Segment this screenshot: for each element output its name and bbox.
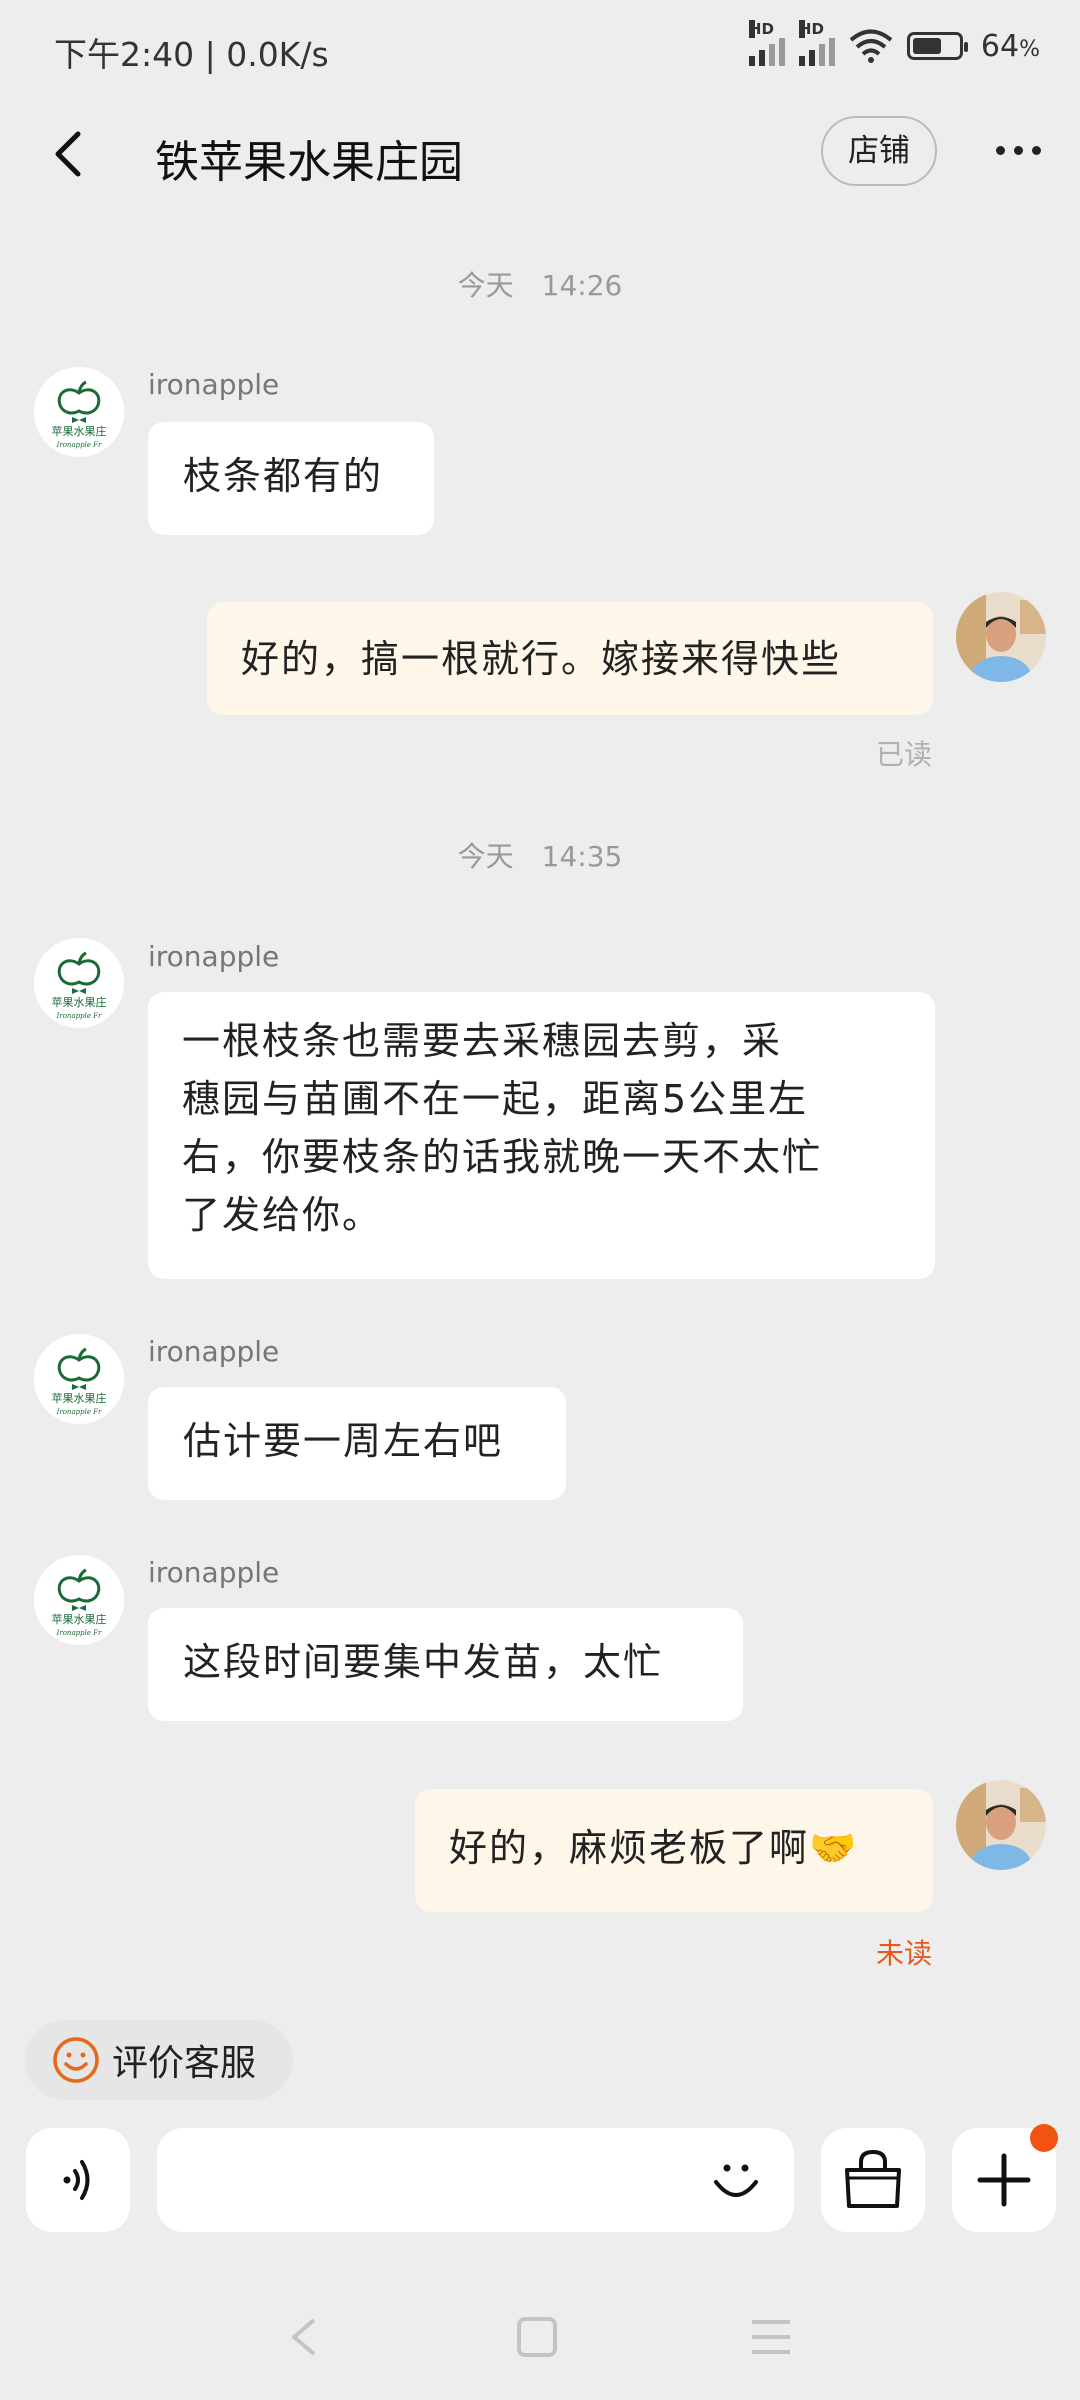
- apple-logo-icon: 苹果水果庄 Ironapple Fr: [34, 1555, 124, 1645]
- notification-dot: [1030, 2124, 1058, 2152]
- status-bar: 下午2:40 | 0.0K/s HD HD 64%: [0, 0, 1080, 100]
- user-photo-icon: [956, 592, 1046, 682]
- signal-icon: HD: [748, 20, 785, 66]
- back-triangle-icon[interactable]: [282, 2314, 328, 2360]
- shop-button[interactable]: 店铺: [821, 116, 937, 186]
- battery-icon: [906, 32, 968, 60]
- apple-logo-icon: 苹果水果庄 Ironapple Fr: [34, 1334, 124, 1424]
- shop-avatar[interactable]: 苹果水果庄 Ironapple Fr: [34, 938, 124, 1028]
- menu-lines-icon[interactable]: [748, 2314, 794, 2360]
- sender-name: ironapple: [148, 940, 280, 973]
- message-input[interactable]: [157, 2128, 794, 2232]
- handshake-emoji: 🤝: [809, 1826, 859, 1870]
- logo-text: 苹果水果庄: [52, 424, 107, 438]
- shopping-bag-button[interactable]: [821, 2128, 925, 2232]
- apple-logo-icon: 苹果水果庄 Ironapple Fr: [34, 938, 124, 1028]
- unread-status: 未读: [875, 1937, 932, 1970]
- message-line: 了发给你。: [182, 1193, 383, 1237]
- page-title: 铁苹果水果庄园: [155, 137, 463, 188]
- wifi-icon: [849, 29, 893, 63]
- message-line: 穗园与苗圃不在一起，距离5公里左: [182, 1077, 809, 1121]
- logo-script: Ironapple Fr: [56, 441, 102, 449]
- input-bar: [0, 2124, 1080, 2234]
- shop-avatar[interactable]: 苹果水果庄 Ironapple Fr: [34, 367, 124, 457]
- timestamp: 今天 14:35: [457, 840, 623, 873]
- signal-icon: HD: [798, 20, 835, 66]
- user-avatar[interactable]: [956, 592, 1046, 682]
- sender-name: ironapple: [148, 368, 280, 401]
- shop-avatar[interactable]: 苹果水果庄 Ironapple Fr: [34, 1334, 124, 1424]
- evaluate-service-button[interactable]: 评价客服: [25, 2020, 293, 2100]
- user-photo-icon: [956, 1780, 1046, 1870]
- voice-icon: [63, 2160, 90, 2200]
- shop-avatar[interactable]: 苹果水果庄 Ironapple Fr: [34, 1555, 124, 1645]
- status-icons: HD HD 64%: [748, 20, 1040, 66]
- evaluate-label: 评价客服: [112, 2043, 257, 2084]
- logo-script: Ironapple Fr: [56, 1408, 102, 1416]
- read-status: 已读: [875, 738, 932, 771]
- message-bubble[interactable]: 这段时间要集中发苗，太忙: [148, 1608, 743, 1721]
- chat-header: 铁苹果水果庄园 店铺: [0, 100, 1080, 210]
- chevron-left-icon: [55, 131, 81, 177]
- sender-name: ironapple: [148, 1556, 280, 1589]
- logo-script: Ironapple Fr: [56, 1629, 102, 1637]
- voice-button[interactable]: [26, 2128, 130, 2232]
- timestamp: 今天 14:26: [457, 269, 623, 302]
- smile-face-icon: [53, 2037, 99, 2083]
- message-bubble-outgoing[interactable]: 好的，麻烦老板了啊🤝: [415, 1789, 933, 1912]
- message-bubble[interactable]: 一根枝条也需要去采穗园去剪，采 穗园与苗圃不在一起，距离5公里左 右，你要枝条的…: [148, 992, 935, 1279]
- back-button[interactable]: [40, 124, 100, 184]
- user-avatar[interactable]: [956, 1780, 1046, 1870]
- apple-logo-icon: 苹果水果庄 Ironapple Fr: [34, 367, 124, 457]
- logo-text: 苹果水果庄: [52, 1391, 107, 1405]
- logo-text: 苹果水果庄: [52, 995, 107, 1009]
- emoji-smile-icon[interactable]: [708, 2152, 764, 2208]
- message-bubble[interactable]: 估计要一周左右吧: [148, 1387, 566, 1500]
- status-time: 下午2:40 | 0.0K/s: [54, 35, 329, 74]
- message-text: 好的，麻烦老板了啊: [449, 1826, 810, 1870]
- message-bubble-outgoing[interactable]: 好的，搞一根就行。嫁接来得快些: [207, 602, 933, 715]
- system-nav-bar: [0, 2290, 1080, 2400]
- bag-icon: [845, 2149, 901, 2208]
- message-line: 右，你要枝条的话我就晚一天不太忙: [182, 1135, 823, 1179]
- battery-percent: 64: [980, 28, 1020, 64]
- logo-text: 苹果水果庄: [52, 1612, 107, 1626]
- more-dots-icon[interactable]: [996, 146, 1041, 155]
- message-line: 一根枝条也需要去采穗园去剪，采: [182, 1019, 783, 1063]
- battery-unit: %: [1019, 36, 1040, 62]
- more-actions-button[interactable]: [952, 2124, 1058, 2232]
- logo-script: Ironapple Fr: [56, 1012, 102, 1020]
- sender-name: ironapple: [148, 1335, 280, 1368]
- message-bubble[interactable]: 枝条都有的: [148, 422, 434, 535]
- home-square-icon[interactable]: [514, 2314, 560, 2360]
